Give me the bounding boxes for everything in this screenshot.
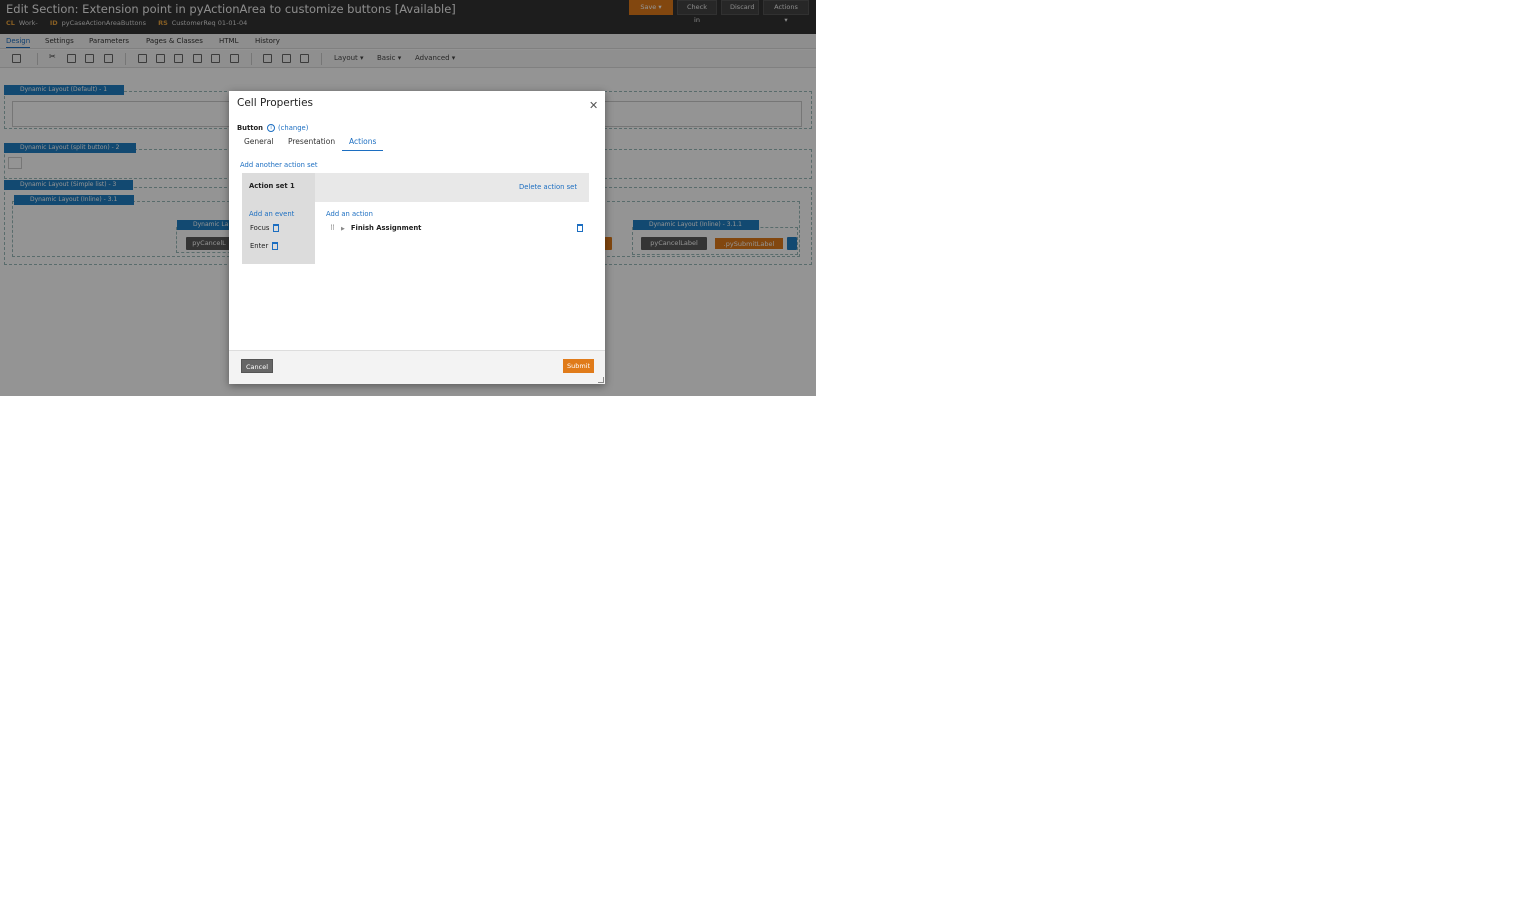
control-type: Button i (change)	[237, 124, 309, 132]
action-set-name: Action set 1	[249, 182, 295, 190]
change-control-link[interactable]: (change)	[278, 124, 308, 132]
action-item[interactable]: ⠿ ▶ Finish Assignment	[330, 224, 421, 232]
submit-button[interactable]: Submit	[563, 359, 595, 373]
add-action-set-link[interactable]: Add another action set	[240, 161, 318, 169]
tab-general[interactable]: General	[237, 137, 281, 150]
dialog-title: Cell Properties	[237, 97, 314, 109]
dialog-tabs: General Presentation Actions	[237, 137, 597, 151]
resize-handle-icon[interactable]	[598, 377, 604, 383]
add-action-link[interactable]: Add an action	[326, 210, 373, 218]
tab-actions[interactable]: Actions	[342, 137, 384, 151]
close-icon[interactable]: ✕	[589, 99, 598, 112]
app-window: Edit Section: Extension point in pyActio…	[0, 0, 816, 396]
dialog-footer: Cancel Submit	[229, 350, 605, 384]
info-icon[interactable]: i	[267, 124, 276, 132]
action-set: Action set 1 Delete action set Add an ev…	[242, 173, 589, 264]
add-event-link[interactable]: Add an event	[249, 210, 294, 218]
trash-icon[interactable]	[273, 224, 280, 232]
event-item: Enter	[250, 242, 279, 250]
cancel-button[interactable]: Cancel	[241, 359, 274, 373]
delete-action-set-link[interactable]: Delete action set	[519, 183, 577, 191]
drag-handle-icon[interactable]: ⠿	[330, 224, 335, 232]
trash-icon[interactable]	[272, 242, 279, 250]
trash-icon[interactable]	[577, 224, 583, 232]
tab-presentation[interactable]: Presentation	[281, 137, 342, 150]
cell-properties-dialog: Cell Properties ✕ Button i (change) Genera…	[229, 91, 605, 384]
event-item: Focus	[250, 224, 280, 232]
expand-arrow-icon[interactable]: ▶	[341, 226, 345, 232]
